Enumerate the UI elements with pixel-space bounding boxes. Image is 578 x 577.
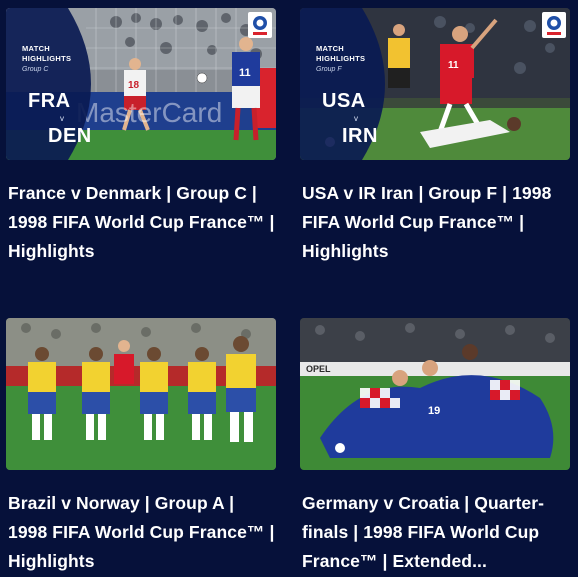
ad-board-text: OPEL	[306, 364, 331, 374]
group-label: Group F	[316, 66, 342, 73]
video-thumbnail[interactable]: 11 MATCH HIGHLIGHTS Group F USA v IRN	[300, 8, 570, 160]
video-card-germany-croatia[interactable]: OPEL 19 Germany v Croatia | Quarter-fina…	[300, 318, 572, 576]
team1-code: USA	[322, 90, 366, 112]
ad-board-text: MasterCard	[76, 97, 222, 128]
video-title[interactable]: France v Denmark | Group C | 1998 FIFA W…	[6, 179, 278, 266]
video-card-usa-iran[interactable]: 11 MATCH HIGHLIGHTS Group F USA v IRN US…	[300, 8, 572, 266]
video-thumbnail[interactable]: OPEL 19	[300, 318, 570, 470]
world-cup-logo-icon	[542, 12, 566, 38]
match-scene-image	[6, 318, 276, 470]
team2-code: DEN	[48, 125, 92, 147]
group-label: Group C	[22, 66, 49, 73]
video-title[interactable]: USA v IR Iran | Group F | 1998 FIFA Worl…	[300, 179, 572, 266]
video-thumbnail[interactable]: 18 11 MasterCard MATCH HIGHLIGHTS Group …	[6, 8, 276, 160]
match-scene-image: OPEL 19	[300, 318, 570, 470]
jersey-number: 11	[448, 60, 459, 71]
jersey-number: 18	[128, 80, 140, 91]
video-thumbnail[interactable]	[6, 318, 276, 470]
match-scene-image: 18 11 MasterCard	[6, 8, 276, 160]
team1-code: FRA	[28, 90, 71, 112]
video-title[interactable]: Brazil v Norway | Group A | 1998 FIFA Wo…	[6, 489, 278, 576]
video-card-brazil-norway[interactable]: Brazil v Norway | Group A | 1998 FIFA Wo…	[6, 318, 278, 576]
video-title[interactable]: Germany v Croatia | Quarter-finals | 199…	[300, 489, 572, 576]
video-card-france-denmark[interactable]: 18 11 MasterCard MATCH HIGHLIGHTS Group …	[6, 8, 278, 266]
jersey-number: 19	[428, 405, 440, 417]
versus-label: v	[354, 114, 358, 123]
versus-label: v	[60, 114, 64, 123]
match-highlights-label: MATCH HIGHLIGHTS Group C	[22, 44, 72, 73]
world-cup-logo-icon	[248, 12, 272, 38]
team2-code: IRN	[342, 125, 378, 147]
jersey-number: 11	[239, 67, 251, 79]
match-highlights-label: MATCH HIGHLIGHTS Group F	[316, 44, 366, 73]
match-scene-image: 11	[300, 8, 570, 160]
